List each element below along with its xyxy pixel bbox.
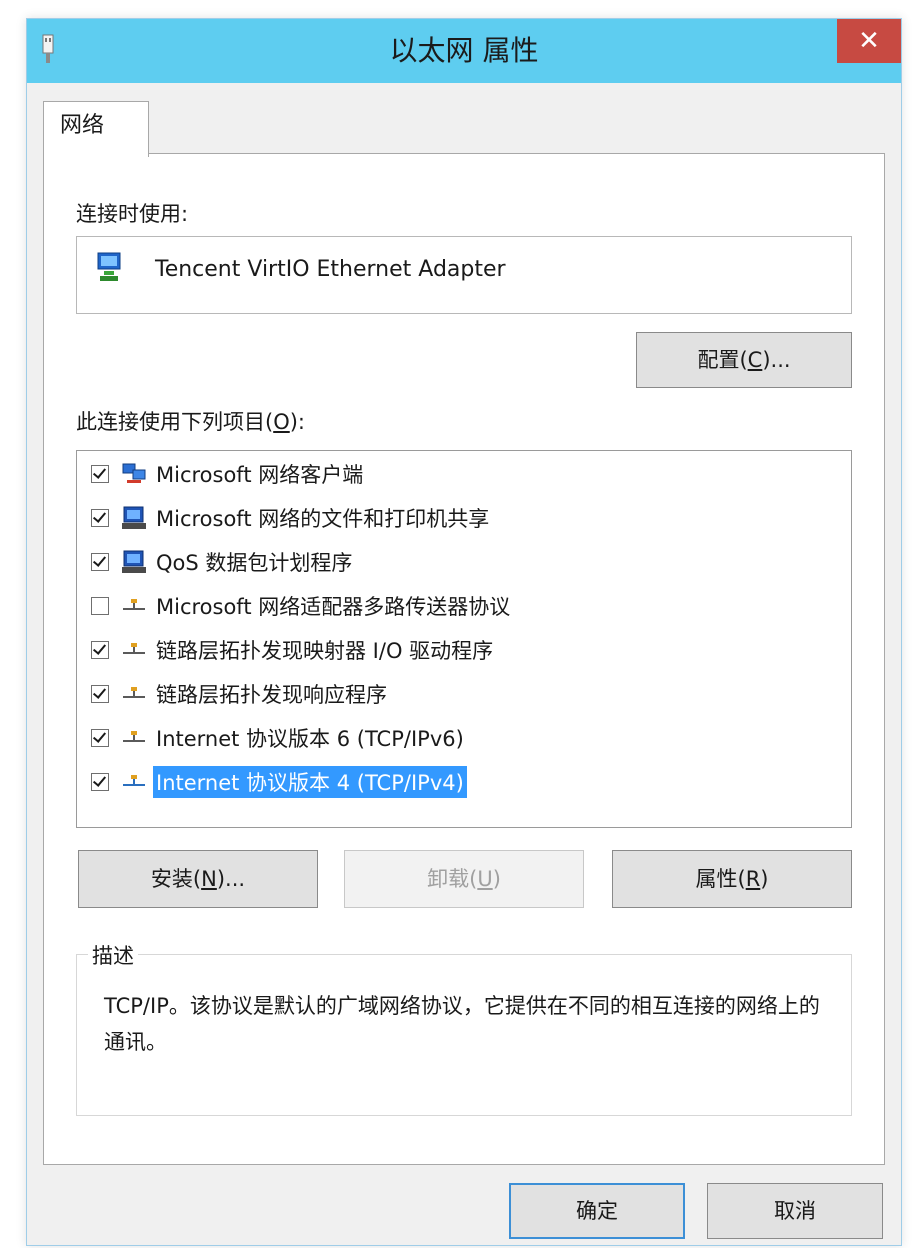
item-label: Internet 协议版本 4 (TCP/IPv4) — [153, 766, 467, 798]
item-label: Microsoft 网络适配器多路传送器协议 — [156, 595, 511, 619]
protocol-icon — [123, 687, 145, 698]
properties-button[interactable]: 属性(R) — [612, 850, 852, 908]
protocol-icon — [123, 731, 145, 742]
ok-button[interactable]: 确定 — [509, 1183, 685, 1239]
description-text: TCP/IP。该协议是默认的广域网络协议，它提供在不同的相互连接的网络上的通讯。 — [104, 994, 820, 1054]
client-icon — [122, 463, 146, 483]
tab-network[interactable]: 网络 — [43, 101, 149, 157]
item-label: 链路层拓扑发现响应程序 — [156, 683, 387, 707]
window-title: 以太网 属性 — [389, 34, 539, 67]
item-label: Microsoft 网络的文件和打印机共享 — [156, 507, 490, 531]
item-label: Internet 协议版本 6 (TCP/IPv6) — [156, 727, 464, 751]
protocol-icon — [123, 643, 145, 654]
item-checkbox[interactable] — [91, 729, 109, 747]
item-checkbox[interactable] — [91, 553, 109, 571]
service-icon — [122, 550, 146, 573]
adapter-field: Tencent VirtIO Ethernet Adapter — [76, 236, 852, 314]
connect-using-label: 连接时使用: — [76, 202, 189, 226]
list-item[interactable]: 链路层拓扑发现响应程序 — [91, 677, 390, 711]
item-checkbox[interactable] — [91, 465, 109, 483]
uninstall-button[interactable]: 卸载(U) — [344, 850, 584, 908]
item-label: Microsoft 网络客户端 — [156, 463, 364, 487]
title-bar[interactable]: 以太网 属性 ✕ — [27, 19, 901, 83]
close-icon: ✕ — [858, 26, 880, 56]
components-list[interactable]: Microsoft 网络客户端 Microsoft 网络的文件和打印机共享 Qo… — [76, 450, 852, 828]
install-button[interactable]: 安装(N)... — [78, 850, 318, 908]
list-item[interactable]: Microsoft 网络客户端 — [91, 457, 366, 491]
cancel-button[interactable]: 取消 — [707, 1183, 883, 1239]
list-item[interactable]: Internet 协议版本 6 (TCP/IPv6) — [91, 721, 467, 755]
service-icon — [122, 506, 146, 529]
close-button[interactable]: ✕ — [837, 19, 901, 63]
network-adapter-icon — [97, 252, 121, 281]
list-item[interactable]: Microsoft 网络适配器多路传送器协议 — [91, 589, 513, 623]
list-item[interactable]: QoS 数据包计划程序 — [91, 545, 355, 579]
items-label: 此连接使用下列项目(O): — [76, 410, 306, 434]
item-checkbox[interactable] — [91, 597, 109, 615]
item-label: QoS 数据包计划程序 — [156, 551, 353, 575]
configure-button[interactable]: 配置(C)... — [636, 332, 852, 388]
item-checkbox[interactable] — [91, 641, 109, 659]
item-checkbox[interactable] — [91, 509, 109, 527]
protocol-icon — [123, 775, 145, 786]
properties-dialog: 以太网 属性 ✕ 网络 连接时使用: Tencent VirtIO Ethern… — [26, 18, 902, 1246]
item-label: 链路层拓扑发现映射器 I/O 驱动程序 — [156, 639, 494, 663]
list-item[interactable]: Internet 协议版本 4 (TCP/IPv4) — [91, 765, 467, 799]
list-item[interactable]: Microsoft 网络的文件和打印机共享 — [91, 501, 492, 535]
item-checkbox[interactable] — [91, 773, 109, 791]
network-tab-panel: 连接时使用: Tencent VirtIO Ethernet Adapter 配… — [43, 153, 885, 1165]
adapter-name: Tencent VirtIO Ethernet Adapter — [155, 257, 506, 282]
description-label: 描述 — [88, 940, 138, 970]
protocol-icon — [123, 599, 145, 610]
list-item[interactable]: 链路层拓扑发现映射器 I/O 驱动程序 — [91, 633, 496, 667]
item-checkbox[interactable] — [91, 685, 109, 703]
